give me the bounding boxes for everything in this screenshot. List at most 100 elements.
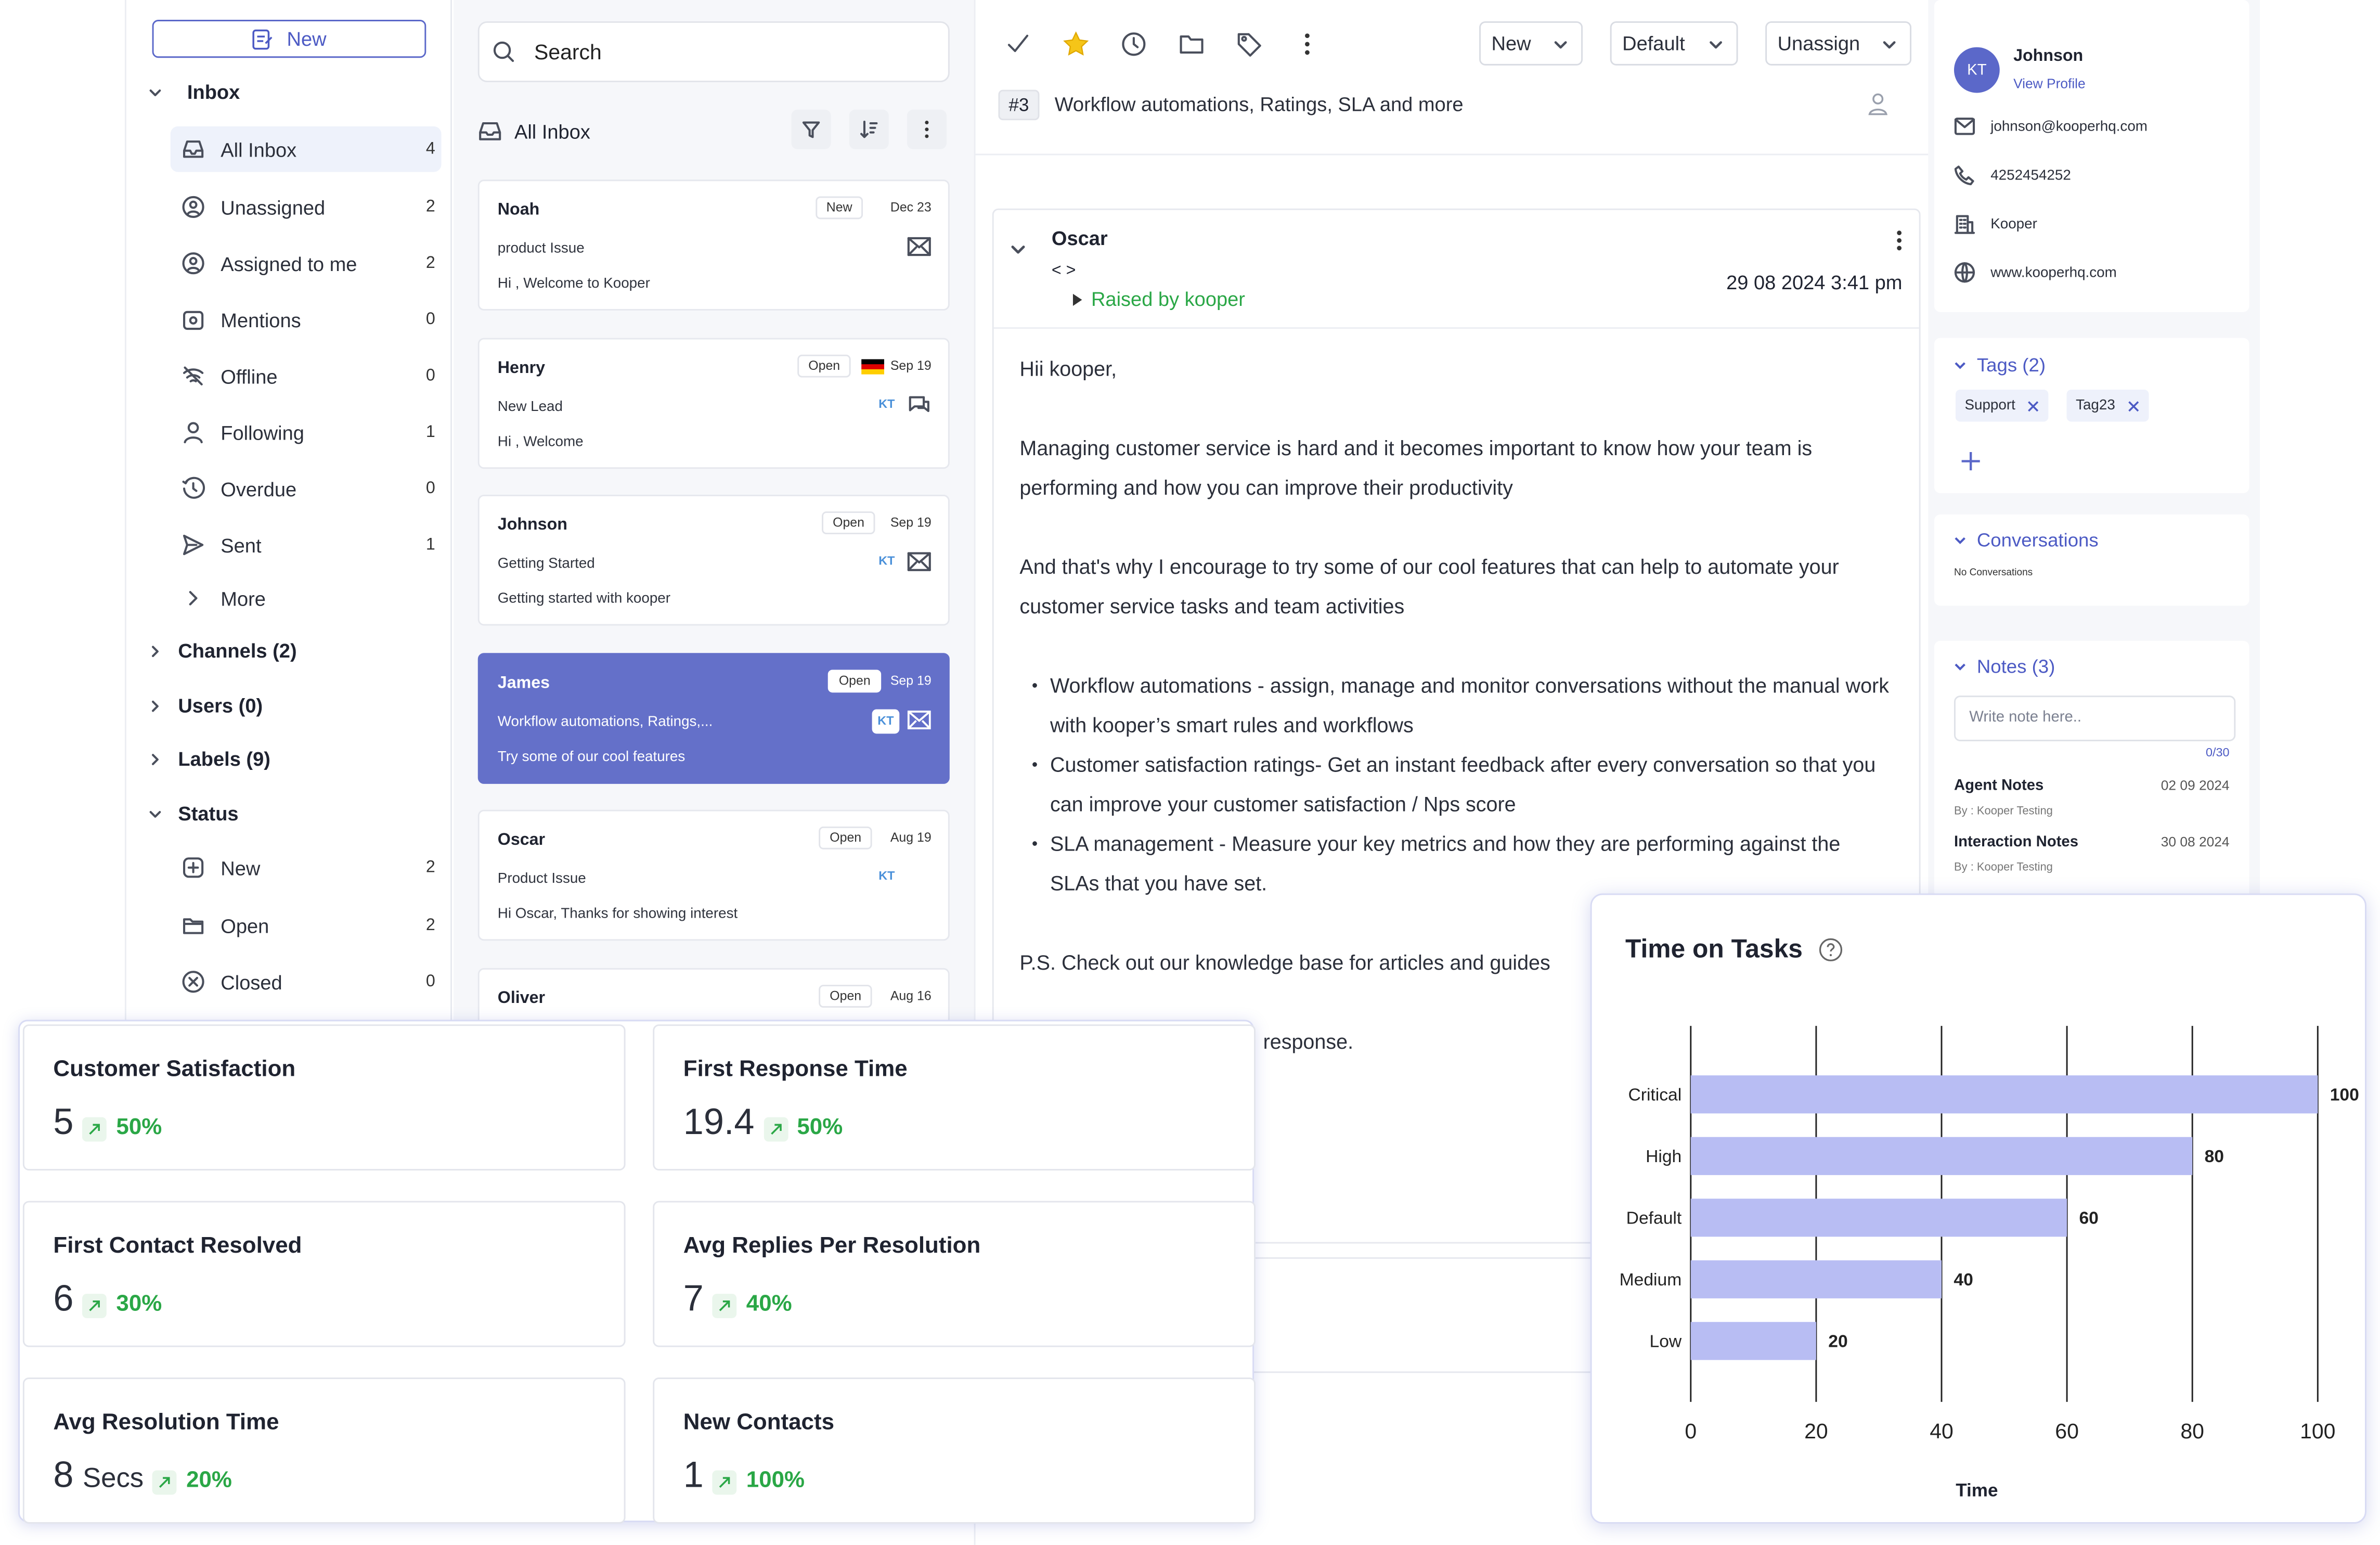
filter-button[interactable]	[791, 109, 831, 149]
bar-value-label: 60	[2079, 1209, 2099, 1228]
contact-phone[interactable]: 4252454252	[1990, 166, 2071, 183]
sort-button[interactable]	[849, 109, 889, 149]
sidebar-item-count: 0	[425, 479, 435, 498]
card-date: Sep 19	[890, 673, 932, 688]
bar-high	[1690, 1137, 2193, 1175]
feature-item: Workflow automations - assign, manage an…	[1032, 667, 1895, 746]
status-dropdown[interactable]: New	[1479, 21, 1583, 66]
sidebar-item-status-closed[interactable]: Closed 0	[171, 959, 442, 1005]
notes-section: Notes (3) Write note here.. 0/30 Agent N…	[1934, 640, 2249, 898]
new-status-icon	[183, 857, 204, 878]
sidebar-item-label: Assigned to me	[221, 252, 357, 275]
status-badge: Open	[797, 354, 851, 378]
sidebar-item-unassigned[interactable]: Unassigned 2	[171, 184, 442, 230]
sidebar-item-following[interactable]: Following 1	[171, 409, 442, 455]
sidebar-item-more[interactable]: More	[171, 575, 442, 621]
x-tick-label: 40	[1930, 1419, 1954, 1443]
sidebar-item-label: All Inbox	[221, 137, 297, 161]
sidebar-item-sent[interactable]: Sent 1	[171, 522, 442, 568]
card-subject: Getting Started	[497, 555, 595, 573]
divider	[993, 327, 1919, 329]
kpi-change: 30%	[116, 1291, 162, 1317]
priority-dropdown[interactable]: Default	[1610, 21, 1738, 66]
conversation-card-selected[interactable]: James Open Sep 19 Workflow automations, …	[477, 653, 950, 784]
contact-email[interactable]: johnson@kooperhq.com	[1990, 118, 2148, 135]
list-menu-button[interactable]	[907, 109, 947, 149]
message-menu-icon[interactable]	[1890, 227, 1908, 254]
conversation-card[interactable]: Henry Open Sep 19 New Lead KT Hi , Welco…	[477, 338, 950, 469]
users-section-toggle[interactable]: Users (0)	[148, 694, 263, 717]
channels-section-toggle[interactable]: Channels (2)	[148, 639, 297, 662]
move-folder-button[interactable]	[1172, 24, 1211, 64]
x-tick-label: 20	[1804, 1419, 1828, 1443]
mention-icon	[183, 311, 204, 330]
sort-icon	[860, 121, 878, 138]
snooze-button[interactable]	[1114, 24, 1154, 64]
card-preview: Hi , Welcome	[497, 433, 584, 451]
raised-by-toggle[interactable]: Raised by kooper	[1072, 288, 1245, 311]
add-tag-icon[interactable]	[1960, 450, 1982, 472]
sidebar-item-status-new[interactable]: New 2	[171, 845, 442, 891]
sidebar-item-offline[interactable]: Offline 0	[171, 353, 442, 399]
contact-panel: KT Johnson View Profile johnson@kooperhq…	[1928, 0, 2260, 898]
x-tick-label: 60	[2055, 1419, 2079, 1443]
sidebar-item-count: 1	[425, 535, 435, 555]
sidebar-item-count: 1	[425, 423, 435, 442]
assign-user-button[interactable]	[1867, 92, 1889, 116]
message-greeting: Hii kooper,	[1019, 357, 1117, 381]
collapse-chevron-icon[interactable]	[1009, 240, 1027, 259]
view-profile-link[interactable]: View Profile	[2013, 76, 2086, 91]
star-icon	[1063, 31, 1089, 56]
remove-tag-icon[interactable]	[2127, 400, 2139, 411]
tags-header[interactable]: Tags (2)	[1952, 355, 2046, 376]
note-title[interactable]: Interaction Notes	[1954, 834, 2078, 851]
trend-up-icon	[83, 1294, 107, 1318]
sidebar-item-mentions[interactable]: Mentions 0	[171, 297, 442, 343]
send-icon	[183, 534, 204, 556]
assignee-dropdown[interactable]: Unassign	[1765, 21, 1912, 66]
note-char-counter: 0/30	[2206, 745, 2230, 760]
sidebar-item-status-open[interactable]: Open 2	[171, 903, 442, 948]
sidebar-item-overdue[interactable]: Overdue 0	[171, 466, 442, 511]
contact-company-row: Kooper	[1954, 213, 2037, 235]
notes-header[interactable]: Notes (3)	[1952, 656, 2055, 677]
kpi-value: 7	[683, 1278, 704, 1320]
card-subject: Product Issue	[497, 870, 586, 887]
inbox-section-toggle[interactable]: Inbox	[148, 81, 240, 104]
sender-name: Oscar	[1051, 226, 1108, 250]
note-author: By : Kooper Testing	[1954, 860, 2053, 874]
mail-icon	[1954, 118, 1975, 135]
sidebar-item-label: Unassigned	[221, 195, 326, 218]
conversation-card[interactable]: Oscar Open Aug 19 Product Issue KT Hi Os…	[477, 809, 950, 941]
note-input[interactable]: Write note here..	[1954, 696, 2236, 741]
bar-value-label: 40	[1954, 1270, 1973, 1290]
sidebar-item-count: 0	[425, 367, 435, 385]
resolve-button[interactable]	[998, 24, 1038, 64]
labels-section-toggle[interactable]: Labels (9)	[148, 748, 270, 770]
kpi-card: Avg Replies Per Resolution 7 40%	[653, 1201, 1256, 1347]
more-vertical-icon	[1305, 33, 1310, 55]
sidebar-item-label: Open	[221, 914, 269, 937]
remove-tag-icon[interactable]	[2027, 400, 2039, 411]
contact-website[interactable]: www.kooperhq.com	[1990, 264, 2117, 281]
search-input[interactable]: Search	[477, 21, 950, 83]
status-section-toggle[interactable]: Status	[148, 802, 239, 825]
card-date: Sep 19	[890, 514, 932, 530]
more-actions-button[interactable]	[1287, 24, 1327, 64]
note-title[interactable]: Agent Notes	[1954, 778, 2043, 794]
new-button[interactable]: New	[152, 20, 426, 58]
card-contact-name: Oscar	[497, 831, 546, 849]
card-contact-name: Henry	[497, 359, 546, 378]
clock-icon	[1122, 32, 1146, 56]
star-button[interactable]	[1056, 24, 1096, 64]
contact-phone-row: 4252454252	[1954, 164, 2071, 186]
sidebar-item-assigned-to-me[interactable]: Assigned to me 2	[171, 240, 442, 286]
conversations-header[interactable]: Conversations	[1952, 530, 2099, 551]
tag-button[interactable]	[1230, 24, 1269, 64]
sidebar-item-label: More	[221, 586, 266, 610]
conversation-card[interactable]: Noah New Dec 23 product Issue Hi , Welco…	[477, 179, 950, 311]
sidebar-item-all-inbox[interactable]: All Inbox 4	[170, 126, 442, 172]
conversation-card[interactable]: Johnson Open Sep 19 Getting Started KT G…	[477, 494, 950, 626]
chevron-down-icon	[1883, 41, 1896, 49]
inbox-section-label: Inbox	[187, 81, 240, 104]
